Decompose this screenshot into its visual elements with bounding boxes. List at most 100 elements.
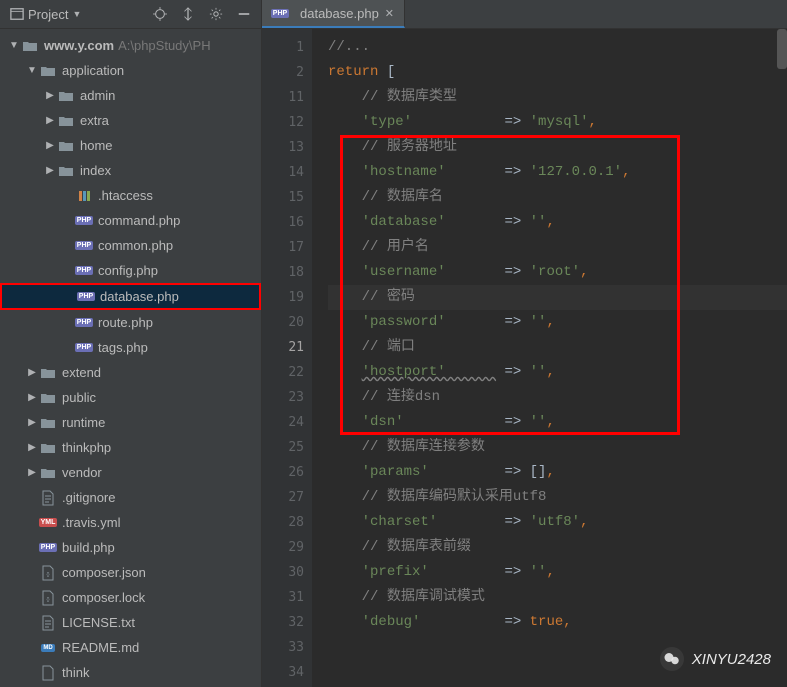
chevron-right-icon: ▶: [24, 417, 40, 428]
tree-file-common[interactable]: ▶PHPcommon.php: [0, 233, 261, 258]
text-file-icon: [40, 665, 56, 681]
folder-icon: [22, 38, 38, 54]
gutter: 1211121314151617181920212223242526272829…: [262, 29, 312, 687]
php-icon: PHP: [40, 540, 56, 556]
tree-item-label: home: [80, 138, 113, 153]
tab-label: database.php: [300, 6, 379, 21]
yml-icon: YML: [40, 515, 56, 531]
folder-icon: [58, 88, 74, 104]
tree-file-readme[interactable]: ▶MDREADME.md: [0, 635, 261, 660]
close-icon[interactable]: ✕: [385, 7, 394, 20]
collapse-icon: [181, 7, 195, 21]
php-icon: PHP: [272, 5, 288, 21]
folder-icon: [40, 390, 56, 406]
project-dropdown[interactable]: Project ▼: [6, 5, 85, 24]
minimize-button[interactable]: [233, 5, 255, 23]
text-file-icon: [40, 615, 56, 631]
folder-icon: [58, 113, 74, 129]
tree-root-label: www.y.com: [44, 38, 114, 53]
chevron-right-icon: ▶: [42, 115, 58, 126]
htaccess-icon: [76, 188, 92, 204]
chevron-down-icon: ▼: [6, 40, 22, 51]
folder-icon: [40, 415, 56, 431]
tree-file-composer-lock[interactable]: ▶{}composer.lock: [0, 585, 261, 610]
target-icon: [153, 7, 167, 21]
tree-file-gitignore[interactable]: ▶.gitignore: [0, 485, 261, 510]
tree-file-tags[interactable]: ▶PHPtags.php: [0, 335, 261, 360]
collapse-button[interactable]: [177, 5, 199, 23]
tree-item-label: composer.lock: [62, 590, 145, 605]
folder-icon: [58, 163, 74, 179]
chevron-down-icon: ▼: [24, 65, 40, 76]
chevron-down-icon: ▼: [72, 9, 81, 19]
window-icon: [10, 7, 24, 21]
minimize-icon: [237, 7, 251, 21]
code-content[interactable]: //...return [ // 数据库类型 'type' => 'mysql'…: [312, 29, 787, 687]
editor-pane: PHP database.php ✕ 121112131415161718192…: [262, 0, 787, 687]
tree-item-label: thinkphp: [62, 440, 111, 455]
tree-file-database[interactable]: ▶PHPdatabase.php: [0, 283, 261, 310]
tree-item-label: index: [80, 163, 111, 178]
tree-file-htaccess[interactable]: ▶.htaccess: [0, 183, 261, 208]
tree-file-config[interactable]: ▶PHPconfig.php: [0, 258, 261, 283]
tree-folder-thinkphp[interactable]: ▶ thinkphp: [0, 435, 261, 460]
svg-text:{}: {}: [46, 597, 50, 603]
php-icon: PHP: [76, 340, 92, 356]
json-icon: {}: [40, 565, 56, 581]
tree-item-label: README.md: [62, 640, 139, 655]
tree-folder-index[interactable]: ▶index: [0, 158, 261, 183]
tree-folder-admin[interactable]: ▶ admin: [0, 83, 261, 108]
tree-item-label: composer.json: [62, 565, 146, 580]
tree-root[interactable]: ▼ www.y.com A:\phpStudy\PH: [0, 33, 261, 58]
folder-icon: [40, 465, 56, 481]
tree-item-label: extend: [62, 365, 101, 380]
php-icon: PHP: [76, 238, 92, 254]
tree-folder-home[interactable]: ▶ home: [0, 133, 261, 158]
tree-file-travis[interactable]: ▶YML.travis.yml: [0, 510, 261, 535]
settings-button[interactable]: [205, 5, 227, 23]
tree-root-path: A:\phpStudy\PH: [118, 38, 211, 53]
chevron-right-icon: ▶: [24, 442, 40, 453]
tree-folder-vendor[interactable]: ▶ vendor: [0, 460, 261, 485]
tree-item-label: LICENSE.txt: [62, 615, 135, 630]
tree-item-label: tags.php: [98, 340, 148, 355]
tree-item-label: runtime: [62, 415, 105, 430]
tree-folder-extra[interactable]: ▶extra: [0, 108, 261, 133]
tree-file-composer-json[interactable]: ▶{}composer.json: [0, 560, 261, 585]
tree-item-label: admin: [80, 88, 115, 103]
tree-folder-runtime[interactable]: ▶ runtime: [0, 410, 261, 435]
tree-file-think[interactable]: ▶think: [0, 660, 261, 685]
tree-item-label: think: [62, 665, 89, 680]
file-tree[interactable]: ▼ www.y.com A:\phpStudy\PH ▼ application…: [0, 29, 261, 687]
tree-item-label: .htaccess: [98, 188, 153, 203]
svg-text:{}: {}: [46, 572, 50, 578]
tree-item-label: .gitignore: [62, 490, 115, 505]
folder-icon: [40, 63, 56, 79]
tree-folder-application[interactable]: ▼ application: [0, 58, 261, 83]
tree-item-label: config.php: [98, 263, 158, 278]
project-label: Project: [28, 7, 68, 22]
tree-file-license[interactable]: ▶LICENSE.txt: [0, 610, 261, 635]
target-button[interactable]: [149, 5, 171, 23]
chevron-right-icon: ▶: [24, 467, 40, 478]
editor-tabs: PHP database.php ✕: [262, 0, 787, 29]
chevron-right-icon: ▶: [24, 367, 40, 378]
tree-file-route[interactable]: ▶PHProute.php: [0, 310, 261, 335]
chevron-right-icon: ▶: [42, 90, 58, 101]
code-editor[interactable]: 1211121314151617181920212223242526272829…: [262, 29, 787, 687]
text-file-icon: [40, 490, 56, 506]
tree-file-build[interactable]: ▶PHPbuild.php: [0, 535, 261, 560]
tree-item-label: vendor: [62, 465, 102, 480]
php-icon: PHP: [76, 315, 92, 331]
tree-folder-public[interactable]: ▶ public: [0, 385, 261, 410]
tree-item-label: public: [62, 390, 96, 405]
tab-database[interactable]: PHP database.php ✕: [262, 0, 405, 28]
sidebar-toolbar: Project ▼: [0, 0, 261, 29]
chevron-right-icon: ▶: [42, 140, 58, 151]
tree-folder-extend[interactable]: ▶ extend: [0, 360, 261, 385]
wechat-icon: [660, 647, 684, 671]
chevron-right-icon: ▶: [24, 392, 40, 403]
folder-icon: [40, 440, 56, 456]
tree-file-command[interactable]: ▶PHPcommand.php: [0, 208, 261, 233]
md-icon: MD: [40, 640, 56, 656]
